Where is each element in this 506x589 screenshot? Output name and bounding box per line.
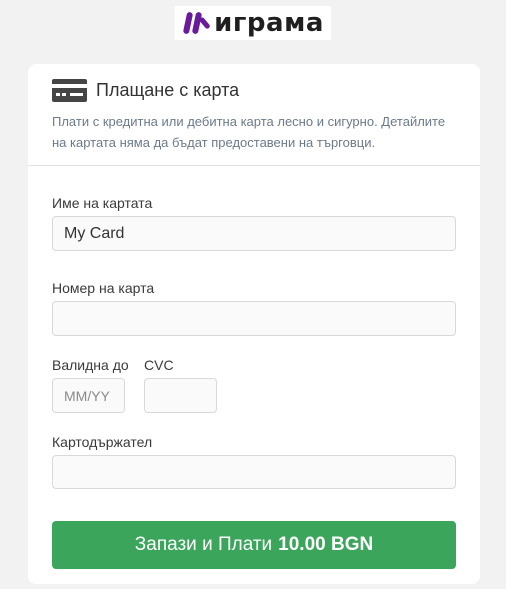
logo: играма — [175, 6, 331, 40]
save-and-pay-label: Запази и Плати — [134, 534, 273, 555]
save-and-pay-button[interactable]: Запази и Плати 10.00 BGN — [52, 521, 456, 569]
payment-amount: 10.00 BGN — [278, 534, 374, 555]
cardholder-label: Картодържател — [52, 434, 153, 450]
logo-text: играма — [214, 8, 324, 38]
payment-card: Плащане с карта Плати с кредитна или деб… — [28, 64, 480, 584]
cardholder-input[interactable] — [52, 455, 456, 489]
cvc-input[interactable] — [144, 378, 217, 413]
igrama-logo-icon — [183, 12, 210, 34]
card-name-label: Име на картата — [52, 195, 153, 211]
payment-title: Плащане с карта — [96, 80, 240, 100]
expiry-label: Валидна до — [52, 357, 129, 373]
payment-header: Плащане с карта Плати с кредитна или деб… — [28, 64, 480, 166]
card-number-label: Номер на карта — [52, 280, 155, 296]
card-number-input[interactable] — [52, 301, 456, 336]
cvc-label: CVC — [144, 357, 174, 373]
expiry-input[interactable] — [52, 378, 125, 413]
credit-card-icon — [52, 79, 87, 102]
card-name-input[interactable] — [52, 216, 456, 251]
payment-description: Плати с кредитна или дебитна карта лесно… — [52, 114, 446, 150]
